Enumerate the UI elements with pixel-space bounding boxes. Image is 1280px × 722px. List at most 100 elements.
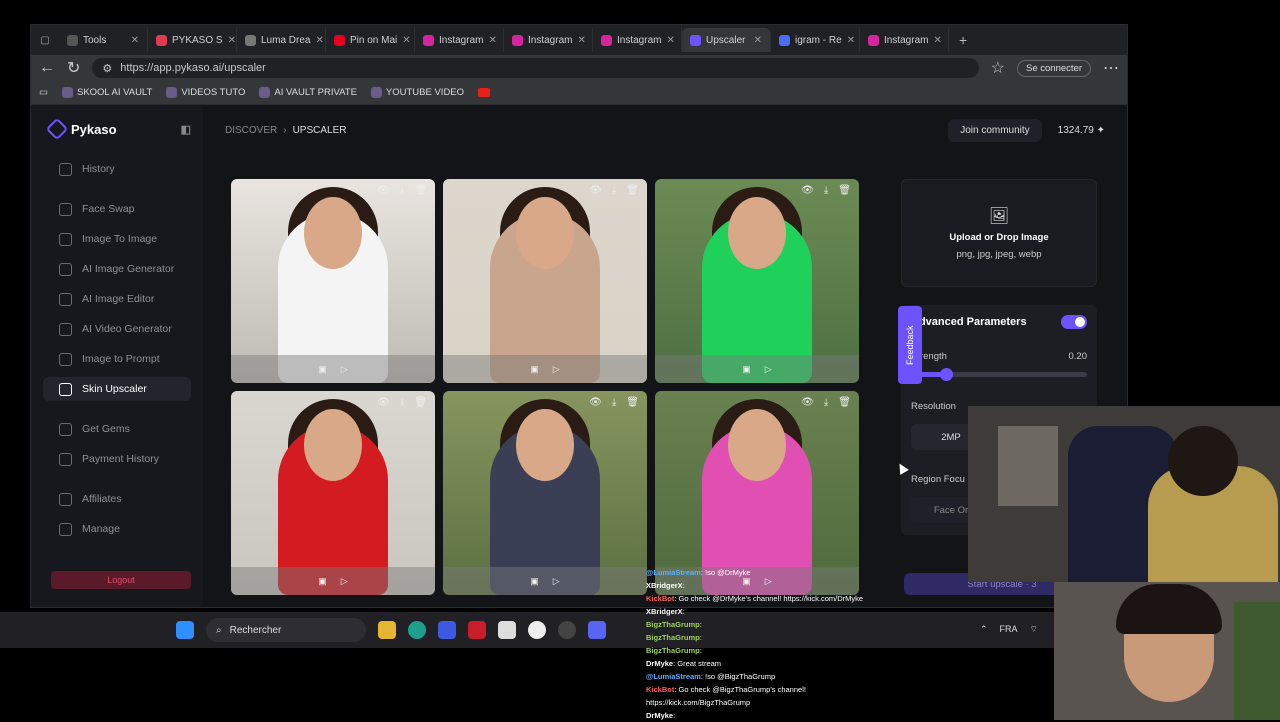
upscale-icon[interactable]: ▣ — [318, 576, 327, 587]
image-card[interactable]: 👁 ⤓ 🗑 ▣ ▷ — [655, 391, 859, 595]
sidebar-item[interactable]: AI Image Generator — [43, 257, 191, 281]
site-info-icon[interactable]: ⚙ — [102, 62, 112, 75]
close-tab-icon[interactable]: ✕ — [933, 35, 941, 46]
image-card[interactable]: 👁 ⤓ 🗑 ▣ ▷ — [443, 179, 647, 383]
bookmark-item[interactable]: YOUTUBE VIDEO — [370, 87, 464, 98]
image-card[interactable]: 👁 ⤓ 🗑 ▣ ▷ — [231, 179, 435, 383]
download-icon[interactable]: ⤓ — [400, 397, 404, 408]
sidebar-item[interactable]: Affiliates — [43, 487, 191, 511]
discord-icon[interactable] — [588, 621, 606, 639]
logout-button[interactable]: Logout — [51, 571, 191, 589]
sidebar-item[interactable]: Image To Image — [43, 227, 191, 251]
close-tab-icon[interactable]: ✕ — [315, 35, 323, 46]
upscale-icon[interactable]: ▣ — [742, 364, 751, 375]
new-tab-button[interactable]: + — [949, 32, 977, 48]
upscale-icon[interactable]: ▣ — [530, 576, 539, 587]
obs-icon[interactable] — [558, 621, 576, 639]
browser-tab[interactable]: PYKASO S ✕ — [148, 28, 237, 52]
video-icon[interactable]: ▷ — [765, 364, 772, 375]
image-card[interactable]: 👁 ⤓ 🗑 ▣ ▷ — [443, 391, 647, 595]
delete-icon[interactable]: 🗑 — [414, 185, 427, 196]
tab-actions-icon[interactable]: ▢ — [31, 35, 59, 46]
sidebar-item[interactable]: AI Video Generator — [43, 317, 191, 341]
view-icon[interactable]: 👁 — [589, 397, 602, 408]
browser-tab[interactable]: Instagram ✕ — [504, 28, 593, 52]
upscale-icon[interactable]: ▣ — [318, 364, 327, 375]
browser-tab[interactable]: Instagram ✕ — [415, 28, 504, 52]
collapse-sidebar-icon[interactable]: ◧ — [181, 123, 191, 136]
browser-tab[interactable]: igram - Re ✕ — [771, 28, 860, 52]
back-icon[interactable]: ← — [39, 59, 55, 77]
sidebar-item[interactable]: Manage — [43, 517, 191, 541]
close-tab-icon[interactable]: ✕ — [754, 35, 762, 46]
delete-icon[interactable]: 🗑 — [414, 397, 427, 408]
browser-tab[interactable]: Luma Drea ✕ — [237, 28, 326, 52]
store-icon[interactable] — [498, 621, 516, 639]
bookmark-star-icon[interactable]: ☆ — [991, 58, 1005, 78]
download-icon[interactable]: ⤓ — [400, 185, 404, 196]
upload-dropzone[interactable]: 🖼 Upload or Drop Image png, jpg, jpeg, w… — [901, 179, 1097, 287]
menu-icon[interactable]: ⋯ — [1103, 58, 1119, 78]
youtube-icon[interactable] — [478, 88, 491, 97]
close-tab-icon[interactable]: ✕ — [666, 35, 674, 46]
browser-tab[interactable]: Instagram ✕ — [860, 28, 949, 52]
view-icon[interactable]: 👁 — [377, 185, 390, 196]
file-explorer-icon[interactable] — [378, 621, 396, 639]
sidebar-item[interactable]: Get Gems — [43, 417, 191, 441]
url-field[interactable]: ⚙ https://app.pykaso.ai/upscaler — [92, 58, 979, 78]
browser-tab[interactable]: Upscaler ✕ — [682, 28, 771, 52]
breadcrumb-discover[interactable]: DISCOVER — [225, 125, 277, 136]
browser-tab[interactable]: Instagram ✕ — [593, 28, 682, 52]
download-icon[interactable]: ⤓ — [824, 185, 828, 196]
delete-icon[interactable]: 🗑 — [626, 397, 639, 408]
download-icon[interactable]: ⤓ — [612, 185, 616, 196]
app-icon[interactable] — [438, 621, 456, 639]
view-icon[interactable]: 👁 — [589, 185, 602, 196]
bookmarks-menu-icon[interactable]: ▭ — [39, 87, 48, 98]
sidebar-item[interactable]: Payment History — [43, 447, 191, 471]
image-card[interactable]: 👁 ⤓ 🗑 ▣ ▷ — [231, 391, 435, 595]
sidebar-item[interactable]: Face Swap — [43, 197, 191, 221]
edge-icon[interactable] — [408, 621, 426, 639]
upscale-icon[interactable]: ▣ — [530, 364, 539, 375]
sidebar-item[interactable]: History — [43, 157, 191, 181]
signin-button[interactable]: Se connecter — [1017, 59, 1091, 77]
sidebar-item[interactable]: AI Image Editor — [43, 287, 191, 311]
delete-icon[interactable]: 🗑 — [838, 397, 851, 408]
close-tab-icon[interactable]: ✕ — [131, 35, 139, 46]
chatgpt-icon[interactable] — [528, 621, 546, 639]
join-community-button[interactable]: Join community — [948, 118, 1042, 142]
view-icon[interactable]: 👁 — [377, 397, 390, 408]
feedback-tab[interactable]: Feedback — [898, 306, 922, 384]
windows-start-icon[interactable] — [176, 621, 194, 639]
bookmark-item[interactable]: SKOOL AI VAULT — [61, 87, 152, 98]
view-icon[interactable]: 👁 — [801, 185, 814, 196]
advanced-toggle[interactable] — [1061, 315, 1087, 329]
sidebar-item[interactable]: Skin Upscaler — [43, 377, 191, 401]
bookmark-item[interactable]: AI VAULT PRIVATE — [259, 87, 357, 98]
delete-icon[interactable]: 🗑 — [838, 185, 851, 196]
close-tab-icon[interactable]: ✕ — [488, 35, 496, 46]
close-tab-icon[interactable]: ✕ — [847, 35, 855, 46]
video-icon[interactable]: ▷ — [341, 576, 348, 587]
mcafee-icon[interactable] — [468, 621, 486, 639]
close-tab-icon[interactable]: ✕ — [228, 35, 236, 46]
bookmark-item[interactable]: VIDEOS TUTO — [166, 87, 245, 98]
video-icon[interactable]: ▷ — [553, 576, 560, 587]
sidebar-item[interactable]: Image to Prompt — [43, 347, 191, 371]
download-icon[interactable]: ⤓ — [824, 397, 828, 408]
taskbar-search[interactable]: ⌕ Rechercher — [206, 618, 366, 642]
video-icon[interactable]: ▷ — [553, 364, 560, 375]
close-tab-icon[interactable]: ✕ — [402, 35, 410, 46]
download-icon[interactable]: ⤓ — [612, 397, 616, 408]
reload-icon[interactable]: ↻ — [67, 58, 80, 78]
view-icon[interactable]: 👁 — [801, 397, 814, 408]
strength-slider-knob[interactable] — [940, 368, 954, 381]
close-tab-icon[interactable]: ✕ — [577, 35, 585, 46]
strength-slider[interactable] — [911, 368, 1087, 381]
browser-tab[interactable]: Pin on Mai ✕ — [326, 28, 415, 52]
browser-tab[interactable]: Tools ✕ — [59, 28, 148, 52]
delete-icon[interactable]: 🗑 — [626, 185, 639, 196]
image-card[interactable]: 👁 ⤓ 🗑 ▣ ▷ — [655, 179, 859, 383]
video-icon[interactable]: ▷ — [341, 364, 348, 375]
